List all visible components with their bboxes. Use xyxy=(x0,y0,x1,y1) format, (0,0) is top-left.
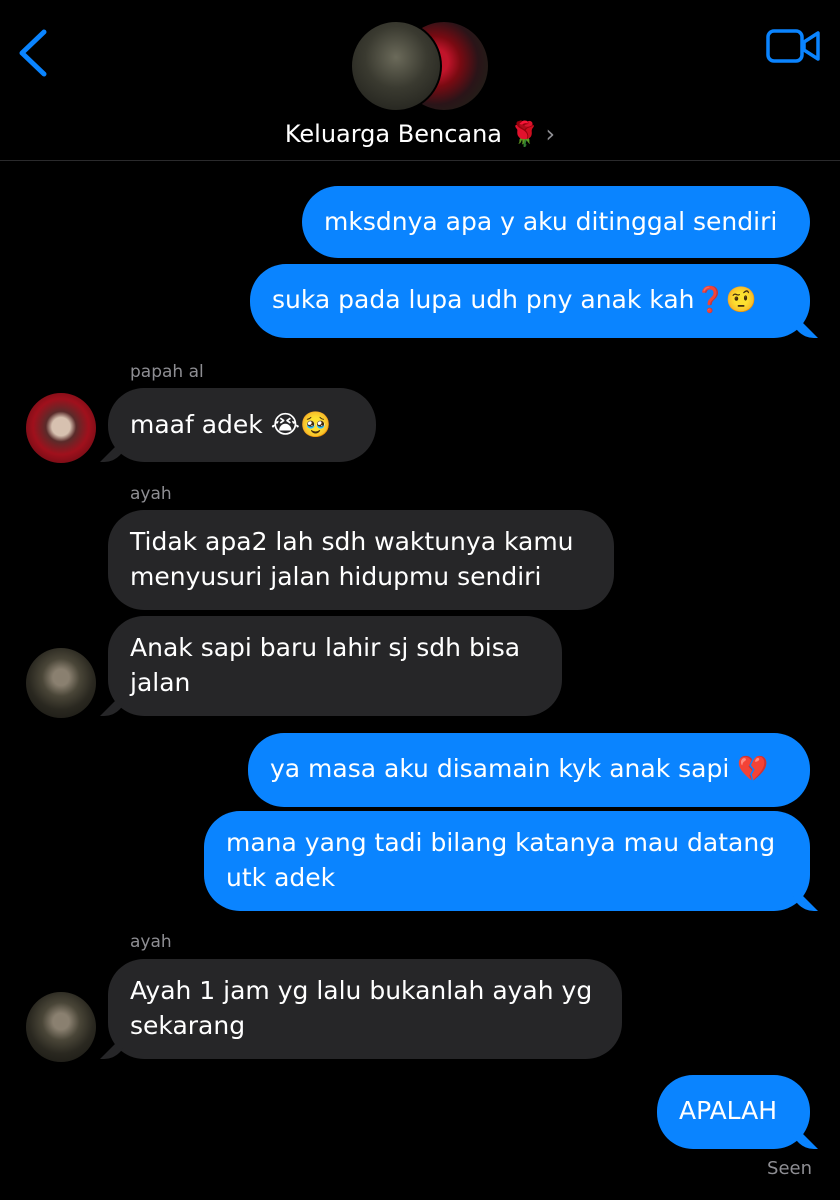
sender-name: papah al xyxy=(130,362,204,382)
outgoing-message[interactable]: suka pada lupa udh pny anak kah❓🤨 xyxy=(250,264,810,338)
incoming-message[interactable]: maaf adek 😭🥹 xyxy=(108,388,376,462)
chevron-right-icon: › xyxy=(545,120,556,148)
incoming-message[interactable]: Tidak apa2 lah sdh waktunya kamu menyusu… xyxy=(108,510,614,610)
message-line: Anak sapi baru lahir sj sdh bisa xyxy=(130,633,521,662)
outgoing-message[interactable]: mksdnya apa y aku ditinggal sendiri xyxy=(302,186,810,258)
message-line: Tidak apa2 lah sdh waktunya kamu xyxy=(130,527,574,556)
message-line: sekarang xyxy=(130,1011,246,1040)
message-text: maaf adek 😭🥹 xyxy=(130,410,332,439)
read-receipt: Seen xyxy=(767,1158,812,1179)
message-text: APALAH xyxy=(679,1096,778,1125)
back-chevron-icon[interactable] xyxy=(14,28,54,78)
message-text: mksdnya apa y aku ditinggal sendiri xyxy=(324,207,778,236)
avatar-ayah[interactable] xyxy=(26,992,96,1062)
group-avatar-stack[interactable] xyxy=(350,20,490,112)
video-camera-icon[interactable] xyxy=(766,28,822,64)
outgoing-message[interactable]: mana yang tadi bilang katanya mau datang… xyxy=(204,811,810,911)
message-line: mana yang tadi bilang katanya mau datang xyxy=(226,828,776,857)
message-line: jalan xyxy=(130,668,191,697)
message-line: Ayah 1 jam yg lalu bukanlah ayah yg xyxy=(130,976,593,1005)
incoming-message[interactable]: Ayah 1 jam yg lalu bukanlah ayah yg seka… xyxy=(108,959,622,1059)
incoming-message[interactable]: Anak sapi baru lahir sj sdh bisa jalan xyxy=(108,616,562,716)
sender-name: ayah xyxy=(130,932,172,952)
outgoing-message[interactable]: APALAH xyxy=(657,1075,810,1149)
outgoing-message[interactable]: ya masa aku disamain kyk anak sapi 💔 xyxy=(248,733,810,807)
avatar-papah-al[interactable] xyxy=(26,393,96,463)
message-line: utk adek xyxy=(226,863,336,892)
conversation-header: Keluarga Bencana 🌹 › xyxy=(0,0,840,161)
message-text: ya masa aku disamain kyk anak sapi 💔 xyxy=(270,754,769,783)
avatar-ayah[interactable] xyxy=(26,648,96,718)
sender-name: ayah xyxy=(130,484,172,504)
group-name: Keluarga Bencana 🌹 xyxy=(284,120,540,148)
group-title[interactable]: Keluarga Bencana 🌹 › xyxy=(0,120,840,148)
message-text: suka pada lupa udh pny anak kah❓🤨 xyxy=(272,285,757,314)
group-avatar-ayah xyxy=(350,20,442,112)
message-line: menyusuri jalan hidupmu sendiri xyxy=(130,562,542,591)
